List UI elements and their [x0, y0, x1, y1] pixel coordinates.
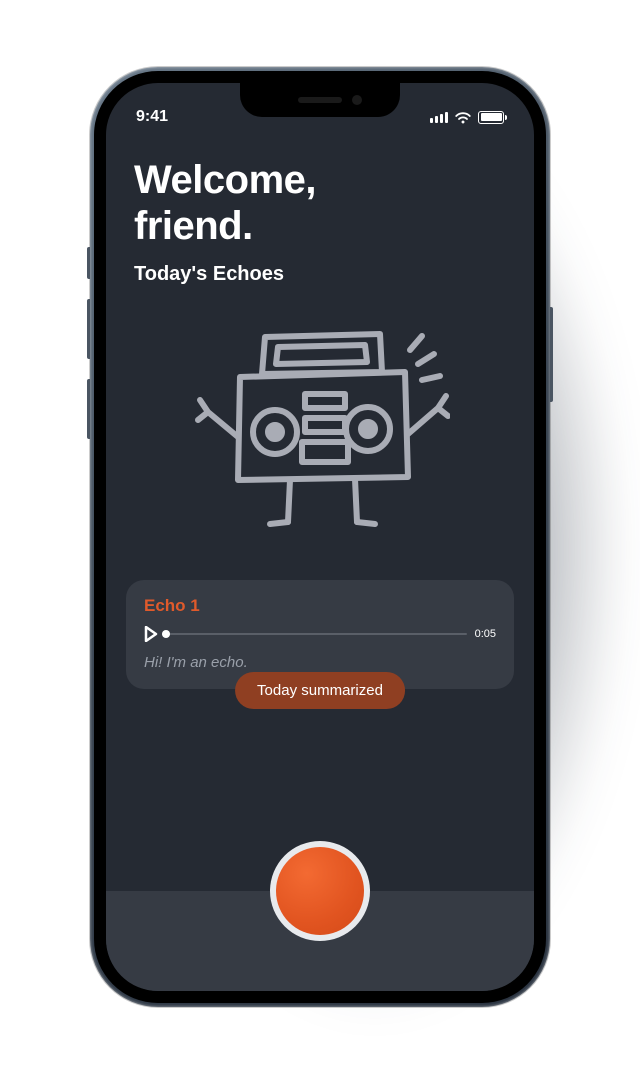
page-subtitle: Today's Echoes — [134, 263, 506, 286]
echo-title: Echo 1 — [144, 596, 496, 616]
boombox-illustration — [134, 322, 506, 552]
status-time: 9:41 — [136, 108, 168, 126]
phone-screen: 9:41 — [106, 83, 534, 991]
echo-card[interactable]: Echo 1 0:05 Hi! I'm an echo. Today summa… — [126, 580, 514, 689]
audio-progress-slider[interactable] — [166, 633, 467, 636]
bottom-bar — [106, 891, 534, 991]
battery-icon — [478, 111, 504, 124]
record-button[interactable] — [270, 841, 370, 941]
device-notch — [240, 83, 400, 117]
today-summarized-button[interactable]: Today summarized — [235, 672, 405, 709]
audio-duration: 0:05 — [475, 628, 496, 640]
wifi-icon — [454, 111, 472, 124]
phone-device-frame: 9:41 — [90, 67, 550, 1007]
cellular-signal-icon — [430, 111, 448, 123]
play-button[interactable] — [144, 626, 158, 642]
page-title: Welcome, friend. — [134, 157, 506, 249]
echo-caption: Hi! I'm an echo. — [144, 654, 496, 671]
